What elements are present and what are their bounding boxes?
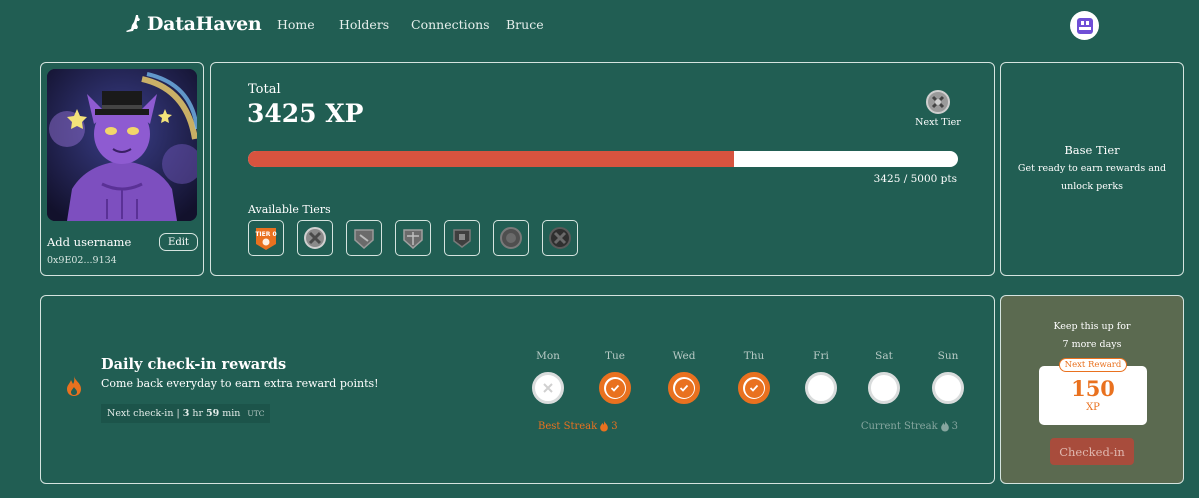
nav-link-home[interactable]: Home [277,17,315,32]
edit-username-button[interactable]: Edit [159,233,198,251]
flame-icon [600,420,609,432]
close-icon [543,383,553,393]
tier-list: TIER 0 [248,220,578,256]
total-xp-value: 3425 XP [247,99,364,128]
day-label-sun: Sun [937,350,959,362]
flame-icon [67,376,81,396]
brand-logo[interactable]: DataHaven [125,13,262,35]
timezone-label: UTC [247,409,265,418]
top-nav: DataHaven Home Holders Connections Bruce [0,0,1199,50]
keep-line-1: Keep this up for [1053,321,1131,332]
next-tier-label: Next Tier [915,117,961,128]
check-icon [679,384,689,392]
day-label-thu: Thu [743,350,765,362]
flame-icon [940,420,949,432]
tier-4[interactable] [444,220,480,256]
pixel-avatar-icon [1076,17,1093,34]
day-wed-checked [668,372,700,404]
tier-0[interactable]: TIER 0 [248,220,284,256]
tier-2[interactable] [346,220,382,256]
xp-card: Total 3425 XP Next Tier 3425 / 5000 pts … [210,62,995,276]
day-label-sat: Sat [875,350,893,362]
next-checkin-minutes-unit: min [222,408,241,419]
next-checkin-timer: Next check-in | 3 hr 59 min UTC [101,404,271,423]
available-tiers-label: Available Tiers [248,203,331,216]
day-sat-pending [868,372,900,404]
base-tier-card: Base Tier Get ready to earn rewards and … [1000,62,1184,276]
tier-5-badge-icon [500,227,522,249]
current-streak-label: Current Streak [860,420,938,432]
keep-line-2: 7 more days [1062,339,1122,350]
day-label-wed: Wed [672,350,696,362]
day-tue-checked [599,372,631,404]
day-label-fri: Fri [813,350,829,362]
nav-link-bruce[interactable]: Bruce [506,17,544,32]
xp-progress-text: 3425 / 5000 pts [873,173,957,185]
profile-picture-art [47,69,197,221]
check-icon [610,384,620,392]
next-tier: Next Tier [915,89,961,128]
profile-picture [47,69,197,221]
tier-6[interactable] [542,220,578,256]
next-reward-unit: XP [1086,402,1100,413]
day-label-tue: Tue [605,350,625,362]
current-streak-value: 3 [951,420,958,432]
day-mon-missed [532,372,564,404]
day-sun-pending [932,372,964,404]
next-checkin-label: Next check-in | [107,408,180,419]
reward-card: Keep this up for 7 more days Next Reward… [1000,295,1184,484]
nav-link-connections[interactable]: Connections [411,17,490,32]
profile-card: Add username Edit 0x9E02...9134 [40,62,204,276]
nav-link-holders[interactable]: Holders [339,17,389,32]
tier-0-label: TIER 0 [255,231,276,238]
day-label-mon: Mon [536,350,560,362]
total-label: Total [248,82,281,97]
day-fri-pending [805,372,837,404]
next-checkin-minutes: 59 [206,408,220,419]
next-checkin-hours-unit: hr [192,408,203,419]
current-streak: Current Streak 3 [861,420,958,432]
next-checkin-hours: 3 [182,408,190,419]
base-tier-title: Base Tier [1064,142,1120,157]
tier-4-badge-icon [453,229,471,248]
user-avatar-button[interactable] [1070,11,1099,40]
base-tier-description: Get ready to earn rewards and unlock per… [1017,162,1167,192]
tier-3[interactable] [395,220,431,256]
checkin-title: Daily check-in rewards [101,356,287,373]
checkin-subtitle: Come back everyday to earn extra reward … [101,377,379,390]
tier-5[interactable] [493,220,529,256]
brand-name: DataHaven [147,13,262,35]
xp-progress-fill [248,151,735,167]
daily-checkin-card: Daily check-in rewards Come back everyda… [40,295,995,484]
checked-in-button[interactable]: Checked-in [1050,438,1134,465]
check-icon [749,384,759,392]
tier-2-badge-icon [354,229,374,250]
keep-streak-text: Keep this up for 7 more days [1001,318,1183,354]
day-thu-checked [738,372,770,404]
best-streak: Best Streak 3 [538,420,618,432]
xp-progress-bar [248,151,958,167]
next-reward-box: Next Reward 150 XP [1039,358,1147,425]
tier-0-badge-icon: TIER 0 [255,228,277,250]
next-tier-badge-icon [926,90,950,114]
best-streak-value: 3 [611,420,618,432]
kangaroo-logo-icon [126,15,140,32]
username-label: Add username [47,235,132,249]
wallet-address: 0x9E02...9134 [47,255,117,266]
tier-1[interactable] [297,220,333,256]
tier-3-badge-icon [403,229,423,250]
best-streak-label: Best Streak [538,420,598,432]
next-reward-tag: Next Reward [1059,358,1127,372]
tier-1-badge-icon [304,227,326,249]
next-reward-amount: 150 [1071,376,1115,401]
tier-6-badge-icon [549,227,571,249]
